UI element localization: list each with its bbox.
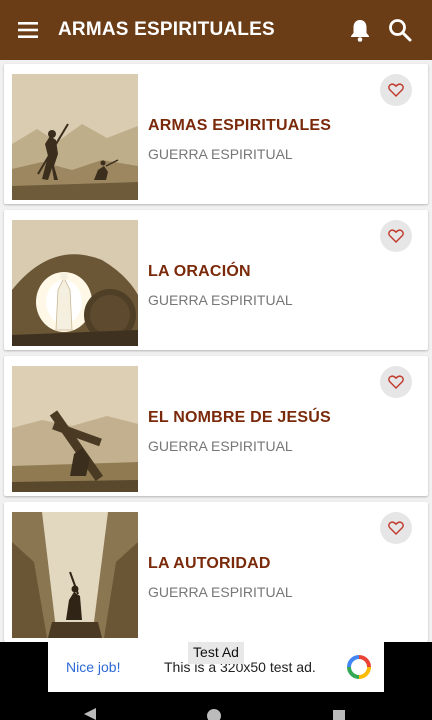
moses-image xyxy=(12,512,138,638)
list-item[interactable]: EL NOMBRE DE JESÚS GUERRA ESPIRITUAL xyxy=(4,356,428,496)
notifications-button[interactable] xyxy=(340,0,380,60)
search-button[interactable] xyxy=(380,0,420,60)
favorite-button[interactable] xyxy=(380,512,412,544)
item-title: LA AUTORIDAD xyxy=(148,555,271,572)
item-title: LA ORACIÓN xyxy=(148,263,251,280)
favorite-button[interactable] xyxy=(380,366,412,398)
list-item[interactable]: LA AUTORIDAD GUERRA ESPIRITUAL xyxy=(4,502,428,642)
item-subtitle: GUERRA ESPIRITUAL xyxy=(148,438,293,454)
list-item[interactable]: ARMAS ESPIRITUALES GUERRA ESPIRITUAL xyxy=(4,64,428,204)
hamburger-icon xyxy=(18,22,38,38)
david-goliath-image xyxy=(12,74,138,200)
search-icon xyxy=(389,19,412,42)
menu-button[interactable] xyxy=(0,0,58,60)
item-subtitle: GUERRA ESPIRITUAL xyxy=(148,584,293,600)
heart-outline-icon xyxy=(388,521,404,535)
home-nav-icon[interactable] xyxy=(206,708,222,720)
ad-banner: Nice job! This is a 320x50 test ad. Test… xyxy=(0,642,432,694)
app-bar: ARMAS ESPIRITUALES xyxy=(0,0,432,60)
ad-label: Test Ad xyxy=(188,642,244,664)
item-title: EL NOMBRE DE JESÚS xyxy=(148,409,331,426)
item-title: ARMAS ESPIRITUALES xyxy=(148,117,332,134)
recents-nav-icon[interactable] xyxy=(332,708,346,720)
list-item[interactable]: LA ORACIÓN GUERRA ESPIRITUAL xyxy=(4,210,428,350)
heart-outline-icon xyxy=(388,83,404,97)
cross-image xyxy=(12,366,138,492)
app-title: ARMAS ESPIRITUALES xyxy=(58,19,275,40)
ad-logo-icon xyxy=(347,655,371,679)
item-subtitle: GUERRA ESPIRITUAL xyxy=(148,292,293,308)
back-nav-icon[interactable] xyxy=(82,708,98,720)
heart-outline-icon xyxy=(388,375,404,389)
article-list: ARMAS ESPIRITUALES GUERRA ESPIRITUAL LA … xyxy=(0,60,432,642)
item-subtitle: GUERRA ESPIRITUAL xyxy=(148,146,293,162)
ad-nice-text: Nice job! xyxy=(66,659,121,675)
tomb-image xyxy=(12,220,138,346)
system-navbar xyxy=(0,694,432,720)
favorite-button[interactable] xyxy=(380,74,412,106)
heart-outline-icon xyxy=(388,229,404,243)
bell-icon xyxy=(351,20,369,42)
favorite-button[interactable] xyxy=(380,220,412,252)
